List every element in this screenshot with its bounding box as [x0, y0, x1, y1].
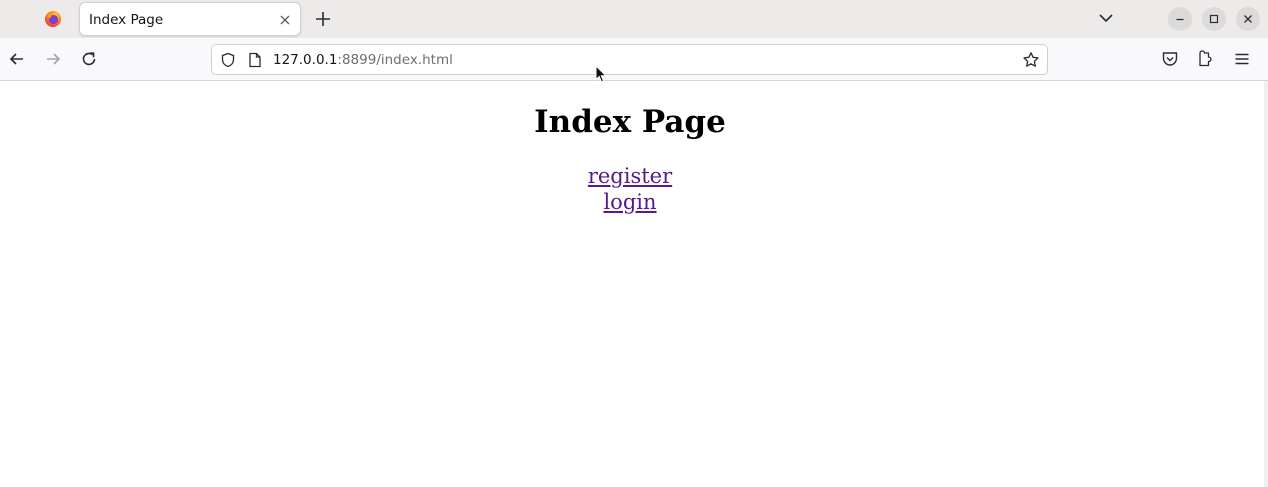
- url-path: :8899/index.html: [337, 52, 453, 68]
- tab-strip: Index Page: [0, 0, 1268, 38]
- maximize-button[interactable]: [1202, 7, 1226, 31]
- mouse-cursor-icon: [595, 64, 608, 83]
- page-content: Index Page register login: [0, 81, 1260, 487]
- maximize-icon: [1209, 14, 1219, 24]
- minimize-button[interactable]: [1168, 7, 1192, 31]
- window-edge: [1264, 81, 1268, 487]
- register-link[interactable]: register: [588, 163, 672, 189]
- chevron-down-icon[interactable]: [1096, 8, 1116, 28]
- address-bar[interactable]: 127.0.0.1:8899/index.html: [211, 44, 1048, 75]
- close-window-button[interactable]: [1236, 7, 1260, 31]
- url-text[interactable]: 127.0.0.1:8899/index.html: [273, 52, 453, 68]
- close-icon[interactable]: [278, 12, 292, 26]
- navigation-toolbar: 127.0.0.1:8899/index.html: [0, 38, 1268, 81]
- tab-index-page[interactable]: Index Page: [79, 2, 301, 36]
- hamburger-icon[interactable]: [1232, 49, 1252, 69]
- plus-icon[interactable]: [312, 8, 334, 30]
- page-title: Index Page: [534, 104, 726, 140]
- pocket-icon[interactable]: [1160, 49, 1180, 69]
- arrow-left-icon[interactable]: [7, 49, 27, 69]
- firefox-logo-icon[interactable]: [44, 10, 62, 28]
- minimize-icon: [1176, 18, 1184, 21]
- reload-icon[interactable]: [79, 49, 99, 69]
- close-icon: [1244, 15, 1252, 23]
- page-icon[interactable]: [248, 52, 262, 68]
- login-link[interactable]: login: [603, 189, 656, 215]
- tab-title: Index Page: [89, 12, 164, 28]
- browser-window: Index Page 127.0.0.1:8899/index.html Ind…: [0, 0, 1268, 487]
- link-list: register login: [0, 163, 1260, 215]
- arrow-right-icon[interactable]: [43, 49, 63, 69]
- shield-icon[interactable]: [220, 52, 236, 68]
- puzzle-icon[interactable]: [1196, 49, 1216, 69]
- star-icon[interactable]: [1022, 51, 1040, 69]
- url-host: 127.0.0.1: [273, 52, 338, 68]
